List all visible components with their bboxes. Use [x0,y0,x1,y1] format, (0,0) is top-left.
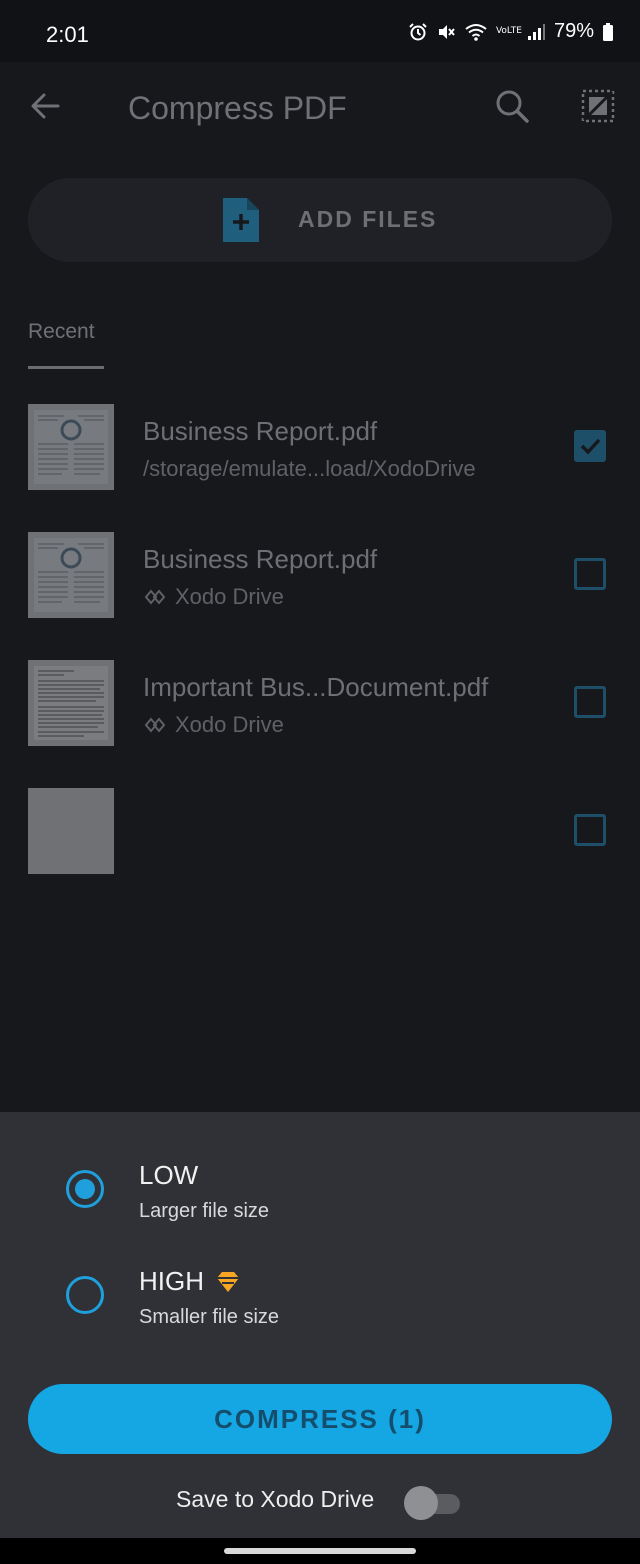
compress-button[interactable]: COMPRESS (1) [28,1384,612,1454]
tab-indicator [28,366,104,369]
file-name: Important Bus...Document.pdf [143,672,489,702]
add-files-label: ADD FILES [298,206,438,232]
file-thumbnail [28,788,114,874]
back-arrow-icon [31,93,60,119]
select-mode-button[interactable] [578,86,618,126]
document-preview [34,666,108,740]
document-preview [34,538,108,612]
file-checkbox[interactable] [574,558,606,590]
file-location-text: Xodo Drive [175,584,284,609]
premium-diamond-icon [217,1271,239,1292]
add-document-icon [223,198,259,242]
file-checkbox[interactable] [574,430,606,462]
navigation-bar [0,1538,640,1564]
file-name: Business Report.pdf [143,544,378,574]
save-to-drive-label: Save to Xodo Drive [176,1486,375,1512]
file-path-text: /storage/emulate...load/XodoDrive [143,456,476,481]
toggle-knob [404,1486,438,1520]
option-high-title: HIGH [139,1266,242,1297]
page-title: Compress PDF [128,90,347,126]
search-button[interactable] [492,86,532,126]
option-high[interactable]: HIGH Smaller file size [0,1258,640,1348]
back-button[interactable] [28,88,64,124]
check-icon [580,438,601,455]
file-thumbnail [28,660,114,746]
xodo-drive-icon [144,589,166,605]
file-checkbox[interactable] [574,686,606,718]
tab-recent-label: Recent [28,320,95,343]
option-low-title: LOW [139,1160,198,1191]
option-low-subtitle: Larger file size [139,1200,270,1222]
add-files-button[interactable]: ADD FILES [28,178,612,262]
mute-icon [438,24,455,39]
battery-percent: 79% [553,20,594,42]
wifi-icon [465,23,487,41]
save-to-drive-toggle[interactable] [404,1486,460,1520]
radio-high[interactable] [66,1276,104,1314]
radio-low[interactable] [66,1170,104,1208]
status-time: 2:01 [46,22,89,47]
main-content: Compress PDF ADD FILES Recent Business R… [0,62,640,1112]
file-row[interactable]: Important Bus...Document.pdf Xodo Drive [0,660,640,770]
file-location-text: Xodo Drive [175,712,284,737]
tab-recent[interactable]: Recent [28,320,106,370]
signal-icon [527,23,545,40]
file-thumbnail [28,404,114,490]
volte-icon: VoLTE [495,26,522,36]
save-to-drive-row: Save to Xodo Drive [0,1482,640,1522]
app-bar: Compress PDF [0,62,640,154]
file-checkbox[interactable] [574,814,606,846]
option-high-subtitle: Smaller file size [139,1306,280,1328]
file-name: Business Report.pdf [143,416,378,446]
file-location: Xodo Drive [143,584,284,610]
select-icon [581,89,615,123]
option-low-title-text: LOW [139,1160,199,1190]
compression-sheet: LOW Larger file size HIGH Smaller file s… [0,1112,640,1538]
alarm-icon [409,22,427,40]
status-icons: VoLTE 79% [408,20,614,43]
home-gesture-handle[interactable] [224,1548,416,1554]
file-path: /storage/emulate...load/XodoDrive [143,456,476,482]
option-low[interactable]: LOW Larger file size [0,1152,640,1242]
battery-icon [603,22,613,41]
xodo-drive-icon [144,717,166,733]
status-bar: 2:01 VoLTE 79% [0,0,640,62]
file-row[interactable]: Business Report.pdf /storage/emulate...l… [0,404,640,514]
file-row[interactable]: Business Report.pdf Xodo Drive [0,532,640,642]
file-thumbnail [28,532,114,618]
file-location: Xodo Drive [143,712,284,738]
option-high-title-text: HIGH [139,1266,204,1296]
document-preview [34,410,108,484]
file-row[interactable] [0,788,640,898]
search-icon [496,90,529,123]
